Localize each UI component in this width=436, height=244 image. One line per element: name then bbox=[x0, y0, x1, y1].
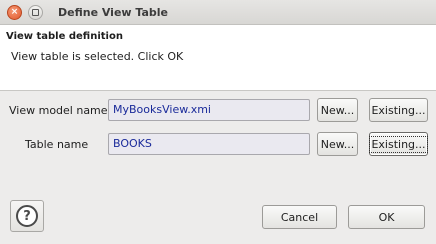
table-name-new-button[interactable]: New... bbox=[317, 132, 358, 156]
cancel-button[interactable]: Cancel bbox=[262, 205, 337, 229]
header-message: View table is selected. Click OK bbox=[11, 50, 184, 63]
table-name-field[interactable]: BOOKS bbox=[108, 133, 310, 155]
view-model-new-label: New... bbox=[320, 103, 355, 117]
close-icon[interactable]: × bbox=[7, 5, 22, 20]
help-button[interactable]: ? bbox=[10, 200, 44, 232]
table-name-label: Table name bbox=[25, 138, 89, 151]
dialog-header: View table definition View table is sele… bbox=[0, 25, 436, 91]
cancel-label: Cancel bbox=[280, 210, 319, 224]
view-model-existing-button[interactable]: Existing... bbox=[369, 98, 428, 122]
help-icon: ? bbox=[16, 205, 38, 227]
ok-button[interactable]: OK bbox=[348, 205, 425, 229]
window-title: Define View Table bbox=[58, 6, 169, 19]
view-model-new-button[interactable]: New... bbox=[317, 98, 358, 122]
ok-label: OK bbox=[378, 210, 395, 224]
table-name-new-label: New... bbox=[320, 137, 355, 151]
view-model-existing-label: Existing... bbox=[371, 103, 426, 117]
maximize-icon[interactable] bbox=[28, 5, 43, 20]
title-bar: × Define View Table bbox=[0, 0, 436, 25]
view-model-label: View model name bbox=[9, 104, 108, 117]
header-title: View table definition bbox=[6, 31, 123, 42]
view-model-field[interactable]: MyBooksView.xmi bbox=[108, 99, 310, 121]
table-name-existing-button[interactable]: Existing... bbox=[369, 132, 428, 156]
table-name-existing-label: Existing... bbox=[369, 135, 428, 153]
